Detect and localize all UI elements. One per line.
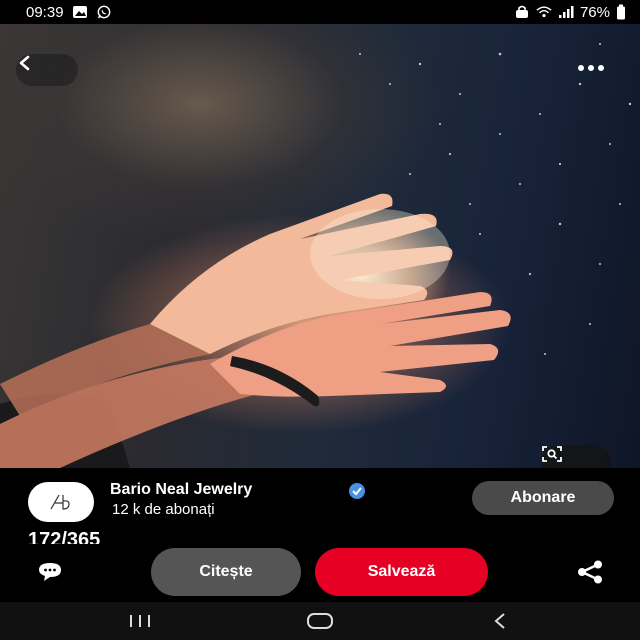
battery-percent: 76% [579, 3, 610, 21]
wifi-icon [536, 6, 552, 18]
creator-section: Bario Neal Jewelry 12 k de abonați Abona… [0, 468, 640, 544]
whatsapp-icon [97, 5, 110, 19]
vpn-icon [515, 5, 528, 18]
verified-icon [349, 483, 365, 499]
recent-apps-icon [130, 615, 150, 627]
save-button[interactable]: Salvează [315, 548, 488, 596]
back-icon [19, 55, 30, 71]
nav-back-button[interactable] [488, 610, 512, 632]
share-icon [578, 560, 602, 584]
nav-back-icon [494, 613, 505, 629]
follow-button[interactable]: Abonare [472, 481, 614, 515]
back-button[interactable] [16, 54, 78, 86]
visual-search-button[interactable] [541, 445, 611, 468]
more-icon-dot [598, 65, 604, 71]
comment-icon [39, 563, 61, 581]
battery-icon [617, 4, 625, 20]
status-time: 09:39 [26, 3, 64, 21]
more-icon-dot [588, 65, 594, 71]
read-button[interactable]: Citește [151, 548, 301, 596]
recent-apps-button[interactable] [126, 610, 154, 632]
home-button[interactable] [304, 610, 336, 632]
system-nav-bar [0, 602, 640, 640]
signal-icon [558, 6, 574, 18]
status-bar: 09:39 76% [0, 0, 640, 24]
comment-button[interactable] [28, 558, 72, 586]
home-icon [307, 613, 333, 629]
more-options-button[interactable] [556, 52, 626, 84]
follower-count: 12 k de abonați [112, 501, 215, 518]
hands-illustration [0, 43, 632, 468]
pin-title: 172/365 [28, 529, 101, 544]
action-bar: Citește Salvează [0, 544, 640, 602]
visual-search-icon [542, 446, 562, 462]
pin-image[interactable] [0, 24, 640, 468]
creator-avatar[interactable] [28, 482, 94, 522]
creator-name[interactable]: Bario Neal Jewelry [110, 481, 252, 499]
more-icon [578, 65, 584, 71]
share-button[interactable] [572, 558, 608, 586]
creator-logo-icon [50, 494, 70, 510]
gallery-icon [72, 6, 87, 18]
